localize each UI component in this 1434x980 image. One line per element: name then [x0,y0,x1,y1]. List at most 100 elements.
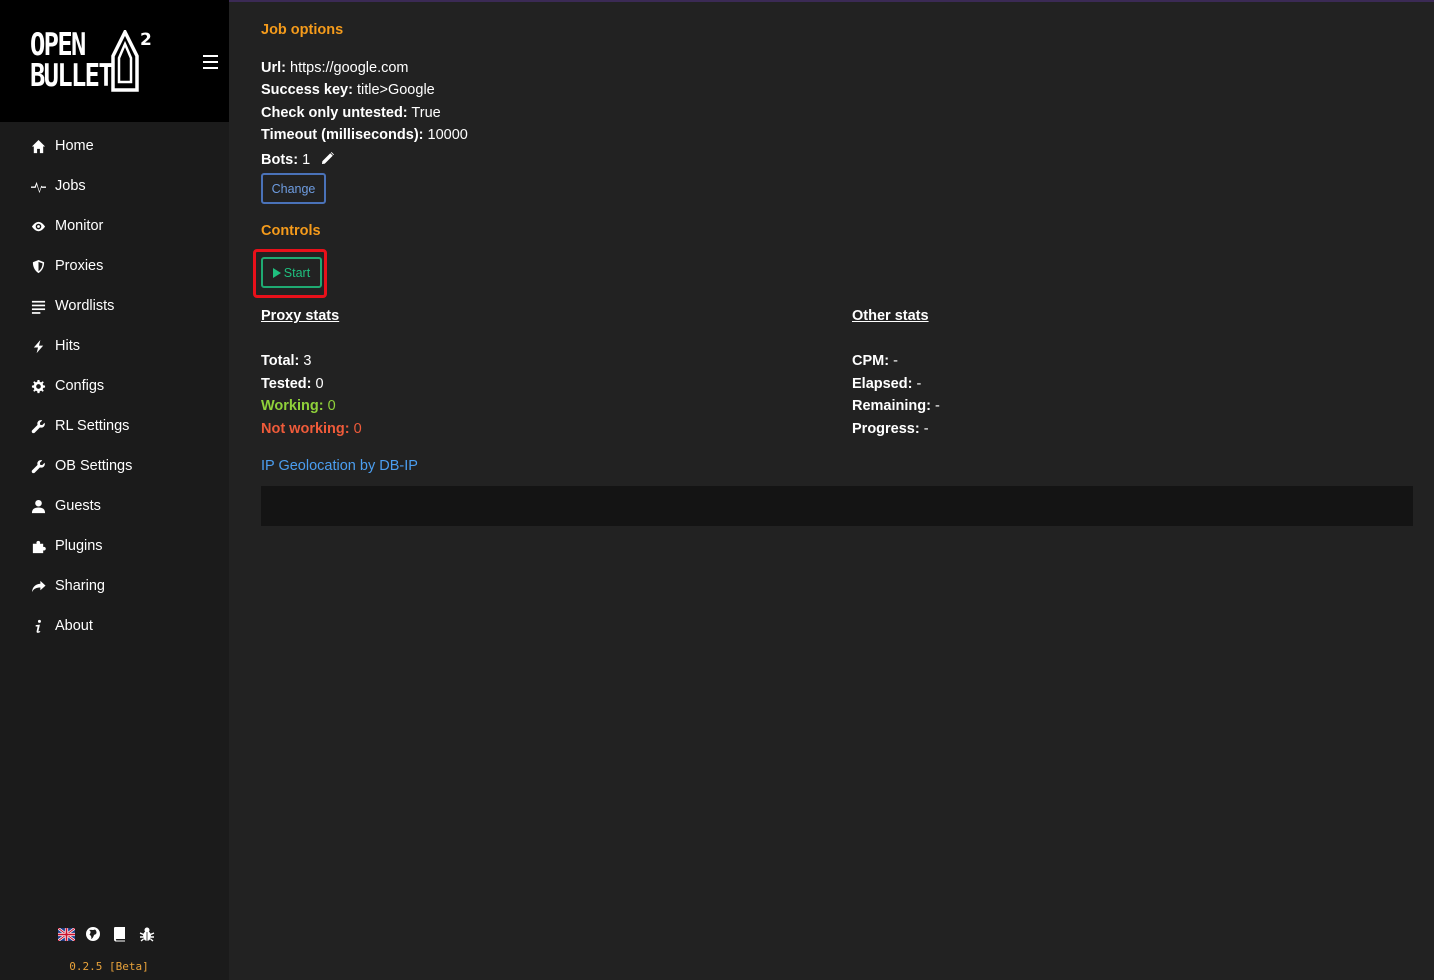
proxy-working-row: Working: 0 [261,398,336,414]
user-icon [30,498,46,514]
cpm-value: - [893,353,898,369]
sidebar-item-label: About [55,618,93,634]
ip-geolocation-link[interactable]: IP Geolocation by DB-IP [261,458,418,474]
sidebar-item-about[interactable]: About [0,606,229,646]
sidebar-item-plugins[interactable]: Plugins [0,526,229,566]
sidebar: OPEN BULLET 2 Home Jobs Monitor Proxies [0,0,229,980]
book-icon[interactable] [111,925,129,943]
sidebar-item-label: Hits [55,338,80,354]
sidebar-item-monitor[interactable]: Monitor [0,206,229,246]
globe-icon[interactable] [84,925,102,943]
sidebar-item-label: Plugins [55,538,103,554]
bug-icon[interactable] [138,925,156,943]
sidebar-item-label: Sharing [55,578,105,594]
change-button[interactable]: Change [261,173,326,204]
eye-icon [30,218,46,234]
share-icon [30,578,46,594]
sidebar-item-guests[interactable]: Guests [0,486,229,526]
sidebar-footer-icons [57,925,156,943]
proxy-total-value: 3 [303,353,312,369]
check-untested-value: True [411,105,441,121]
gear-icon [30,378,46,394]
success-key-value: title>Google [356,82,435,98]
bolt-icon [30,338,46,354]
bots-value: 1 [302,152,311,168]
sidebar-item-configs[interactable]: Configs [0,366,229,406]
cpm-row: CPM: - [852,353,898,369]
sidebar-item-ob-settings[interactable]: OB Settings [0,446,229,486]
proxy-total-row: Total: 3 [261,353,312,369]
logo-superscript: 2 [140,30,152,50]
success-key-row: Success key: title>Google [261,82,435,98]
bullet-logo-icon [111,30,139,92]
sidebar-item-sharing[interactable]: Sharing [0,566,229,606]
puzzle-icon [30,538,46,554]
version-label: 0.2.5 [Beta] [69,960,149,973]
sidebar-item-label: Jobs [55,178,86,194]
info-icon [30,618,46,634]
sidebar-nav: Home Jobs Monitor Proxies Wordlists Hits… [0,126,229,646]
sidebar-item-proxies[interactable]: Proxies [0,246,229,286]
controls-title: Controls [261,223,321,239]
openbullet-logo[interactable]: OPEN BULLET 2 [30,30,155,94]
proxy-stats-title: Proxy stats [261,308,340,324]
remaining-label: Remaining: [852,398,931,414]
uk-flag-icon[interactable] [57,925,75,943]
job-options-title: Job options [261,22,344,38]
progress-label: Progress: [852,421,920,437]
elapsed-row: Elapsed: - [852,376,921,392]
start-button-label: Start [283,265,311,280]
proxy-tested-value: 0 [315,376,324,392]
proxy-not-working-value: 0 [353,421,362,437]
pulse-icon [30,178,46,194]
home-icon [30,138,46,154]
sidebar-item-label: Proxies [55,258,104,274]
url-value: https://google.com [290,60,409,76]
proxy-not-working-row: Not working: 0 [261,421,362,437]
sidebar-item-jobs[interactable]: Jobs [0,166,229,206]
timeout-value: 10000 [427,127,468,143]
sidebar-item-label: OB Settings [55,458,133,474]
success-key-label: Success key: [261,82,353,98]
elapsed-value: - [916,376,922,392]
shield-icon [30,258,46,274]
progress-row: Progress: - [852,421,929,437]
wrench-icon [30,458,46,474]
sidebar-item-hits[interactable]: Hits [0,326,229,366]
start-button[interactable]: Start [261,257,322,288]
logo-line-2: BULLET [30,58,114,94]
check-untested-label: Check only untested: [261,105,408,121]
sidebar-item-wordlists[interactable]: Wordlists [0,286,229,326]
timeout-label: Timeout (milliseconds): [261,127,424,143]
proxy-working-value: 0 [327,398,336,414]
proxy-tested-row: Tested: 0 [261,376,324,392]
url-label: Url: [261,60,286,76]
logo-text: OPEN BULLET [30,27,114,94]
sidebar-item-label: Wordlists [55,298,115,314]
bots-row: Bots: 1 [261,150,336,168]
other-stats-title: Other stats [852,308,929,324]
list-icon [30,298,46,314]
pencil-edit-icon[interactable] [320,150,336,166]
sidebar-item-label: Configs [55,378,105,394]
proxy-total-label: Total: [261,353,300,369]
hamburger-menu-icon[interactable] [203,55,218,69]
cpm-label: CPM: [852,353,890,369]
sidebar-item-label: RL Settings [55,418,130,434]
remaining-value: - [934,398,940,414]
sidebar-item-label: Guests [55,498,101,514]
logo-line-1: OPEN [30,27,86,63]
progress-value: - [923,421,929,437]
sidebar-item-rl-settings[interactable]: RL Settings [0,406,229,446]
check-untested-row: Check only untested: True [261,105,441,121]
elapsed-label: Elapsed: [852,376,913,392]
proxy-working-label: Working: [261,398,324,414]
proxy-tested-label: Tested: [261,376,312,392]
remaining-row: Remaining: - [852,398,940,414]
url-row: Url: https://google.com [261,60,409,76]
sidebar-item-home[interactable]: Home [0,126,229,166]
sidebar-item-label: Home [55,138,94,154]
wrench-icon [30,418,46,434]
proxy-not-working-label: Not working: [261,421,350,437]
logo-area: OPEN BULLET 2 [0,0,229,122]
